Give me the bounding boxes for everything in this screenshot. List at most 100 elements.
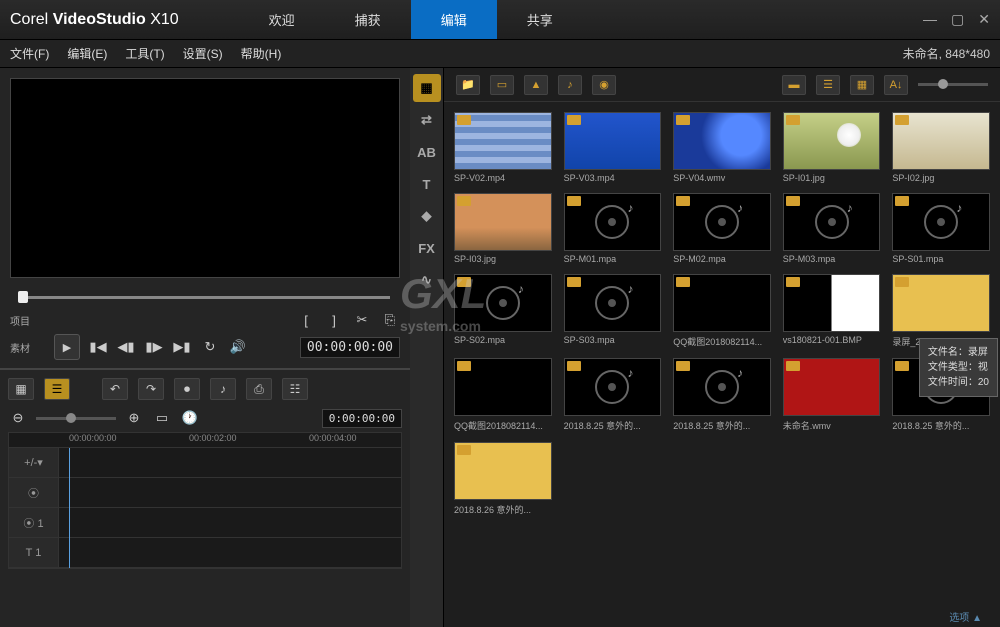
library-item[interactable]: SP-I01.jpg (783, 112, 881, 183)
thumbnail[interactable] (454, 358, 552, 416)
library-item[interactable]: 未命名.wmv (783, 358, 881, 432)
view-list-icon[interactable]: ☰ (816, 75, 840, 95)
folder-icon[interactable]: 📁 (456, 75, 480, 95)
side-tab-title-t[interactable]: T (413, 170, 441, 198)
undo-button[interactable]: ↶ (102, 378, 128, 400)
video-track-icon[interactable]: ⦿ (9, 478, 59, 507)
tab-edit[interactable]: 编辑 (411, 0, 497, 39)
filter-video-icon[interactable]: ▭ (490, 75, 514, 95)
thumbnail[interactable] (673, 112, 771, 170)
title-track-icon[interactable]: T 1 (9, 538, 59, 567)
mark-out-icon[interactable]: ] (324, 310, 344, 330)
thumbnail[interactable] (783, 112, 881, 170)
library-item[interactable]: SP-I02.jpg (892, 112, 990, 183)
thumbnail[interactable] (783, 358, 881, 416)
thumbnail[interactable] (454, 193, 552, 251)
thumbnail[interactable] (783, 274, 881, 332)
side-tab-transition[interactable]: ⇄ (413, 106, 441, 134)
view-thumb-icon[interactable]: ▬ (782, 75, 806, 95)
thumbnail[interactable] (564, 358, 662, 416)
audio-tool-button[interactable]: ♪ (210, 378, 236, 400)
options-footer[interactable]: 选项 ▲ (931, 606, 1000, 627)
library-item[interactable]: 2018.8.26 意外的... (454, 442, 552, 516)
side-tab-graphic[interactable]: ◆ (413, 202, 441, 230)
menu-tools[interactable]: 工具(T) (125, 45, 164, 62)
track-head-settings[interactable]: +/-▾ (9, 448, 59, 477)
library-item[interactable]: SP-M03.mpa (783, 193, 881, 264)
scrub-bar[interactable] (10, 288, 400, 304)
library-item[interactable]: SP-M01.mpa (564, 193, 662, 264)
side-tab-filter[interactable]: FX (413, 234, 441, 262)
home-button[interactable]: ▮◀ (88, 337, 108, 357)
library-item[interactable]: QQ截图2018082114... (454, 358, 552, 432)
next-frame-button[interactable]: ▮▶ (144, 337, 164, 357)
volume-button[interactable]: 🔊 (228, 337, 248, 357)
filter-audio-icon[interactable]: ♪ (558, 75, 582, 95)
side-tab-path[interactable]: ∿ (413, 266, 441, 294)
thumbnail[interactable] (564, 193, 662, 251)
clock-icon[interactable]: 🕐 (180, 408, 200, 428)
preview-window[interactable] (10, 78, 400, 278)
tab-share[interactable]: 共享 (497, 0, 583, 39)
mode-clip-label[interactable]: 素材 (10, 340, 46, 355)
tab-welcome[interactable]: 欢迎 (239, 0, 325, 39)
minimize-icon[interactable]: — (923, 11, 937, 28)
library-item[interactable]: QQ截图2018082114... (673, 274, 771, 348)
library-item[interactable]: 2018.8.25 意外的... (564, 358, 662, 432)
record-button[interactable]: ⏺ (174, 378, 200, 400)
fit-button[interactable]: ▭ (152, 408, 172, 428)
thumbnail[interactable] (454, 112, 552, 170)
library-item[interactable]: SP-S02.mpa (454, 274, 552, 348)
library-item[interactable]: SP-S01.mpa (892, 193, 990, 264)
zoom-out-button[interactable]: ⊖ (8, 408, 28, 428)
mode-project-label[interactable]: 项目 (10, 313, 46, 328)
zoom-slider[interactable] (36, 417, 116, 420)
thumbnail[interactable] (892, 274, 990, 332)
thumbnail[interactable] (673, 274, 771, 332)
track-body[interactable] (59, 508, 401, 537)
overlay-track-icon[interactable]: ⦿ 1 (9, 508, 59, 537)
menu-settings[interactable]: 设置(S) (183, 45, 223, 62)
library-item[interactable]: SP-S03.mpa (564, 274, 662, 348)
repeat-button[interactable]: ↻ (200, 337, 220, 357)
prev-frame-button[interactable]: ◀▮ (116, 337, 136, 357)
track-body[interactable] (59, 478, 401, 507)
thumbnail[interactable] (564, 112, 662, 170)
tab-capture[interactable]: 捕获 (325, 0, 411, 39)
library-item[interactable]: SP-V02.mp4 (454, 112, 552, 183)
thumbnail[interactable] (564, 274, 662, 332)
thumbnail[interactable] (454, 442, 552, 500)
thumbnail[interactable] (892, 112, 990, 170)
library-item[interactable]: SP-V04.wmv (673, 112, 771, 183)
sort-icon[interactable]: A↓ (884, 75, 908, 95)
storyboard-view-button[interactable]: ▦ (8, 378, 34, 400)
library-item[interactable]: 录屏_2018... (892, 274, 990, 348)
view-grid-icon[interactable]: ▦ (850, 75, 874, 95)
menu-file[interactable]: 文件(F) (10, 45, 49, 62)
filter-disc-icon[interactable]: ◉ (592, 75, 616, 95)
timeline-timecode[interactable]: 0:00:00:00 (322, 409, 402, 428)
scrub-head[interactable] (18, 291, 28, 303)
side-tab-title-ab[interactable]: AB (413, 138, 441, 166)
track-body[interactable] (59, 448, 401, 477)
thumbnail[interactable] (673, 193, 771, 251)
filter-photo-icon[interactable]: ▲ (524, 75, 548, 95)
thumbnail[interactable] (673, 358, 771, 416)
timeline-view-button[interactable]: ☰ (44, 378, 70, 400)
library-item[interactable]: SP-I03.jpg (454, 193, 552, 264)
maximize-icon[interactable]: ▢ (951, 11, 964, 28)
track-body[interactable] (59, 538, 401, 567)
play-button[interactable]: ▶ (54, 334, 80, 360)
thumb-size-slider[interactable] (918, 83, 988, 86)
library-item[interactable]: vs180821-001.BMP (783, 274, 881, 348)
side-tab-media[interactable]: ▦ (413, 74, 441, 102)
zoom-in-button[interactable]: ⊕ (124, 408, 144, 428)
close-icon[interactable]: ✕ (978, 11, 990, 28)
subtitle-button[interactable]: ☷ (282, 378, 308, 400)
end-button[interactable]: ▶▮ (172, 337, 192, 357)
snapshot-icon[interactable]: ⎘ (380, 310, 400, 330)
mark-in-icon[interactable]: [ (296, 310, 316, 330)
menu-help[interactable]: 帮助(H) (241, 45, 282, 62)
thumbnail[interactable] (783, 193, 881, 251)
timeline-ruler[interactable]: 00:00:00:00 00:00:02:00 00:00:04:00 (8, 432, 402, 448)
